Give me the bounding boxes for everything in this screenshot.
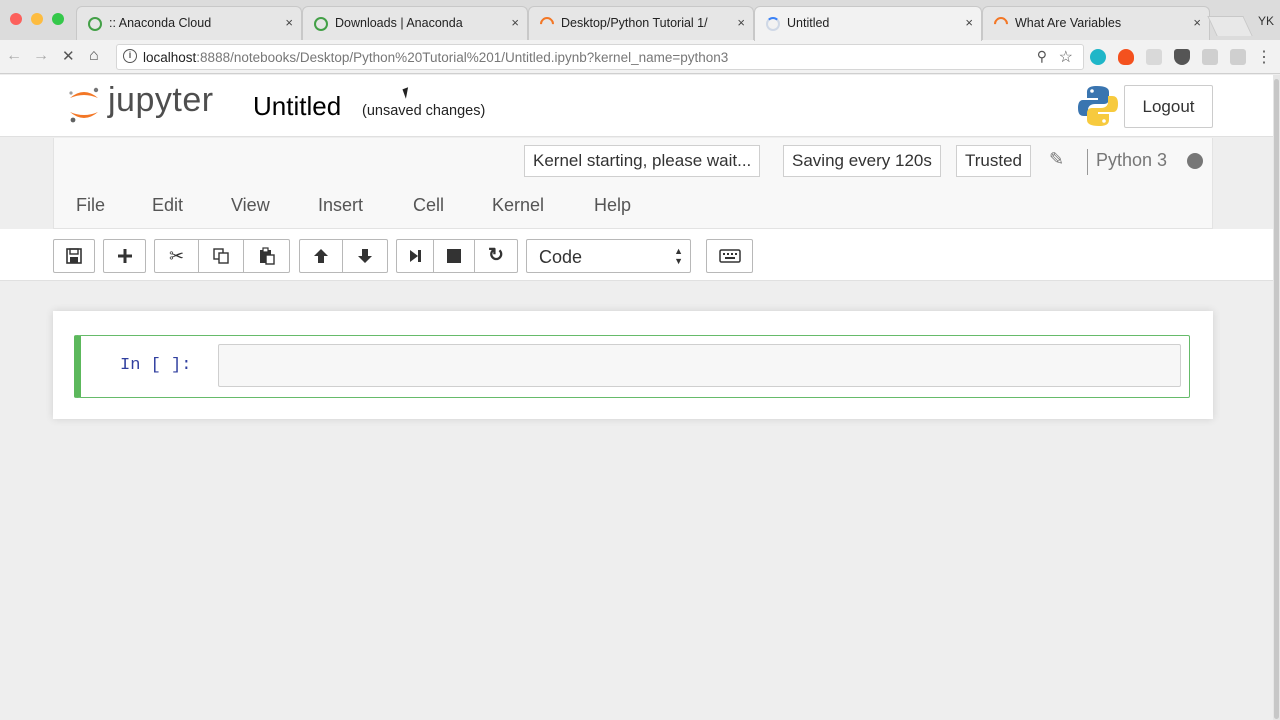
tab-close-icon[interactable]: ×: [737, 15, 745, 30]
browser-tab-what-are-variables[interactable]: What Are Variables ×: [982, 6, 1210, 40]
kernel-busy-indicator-icon: [1187, 153, 1203, 169]
jupyter-logo-icon[interactable]: [66, 84, 102, 124]
plus-icon: [117, 248, 132, 263]
window-close-button[interactable]: [10, 13, 22, 25]
cell-type-value: Code: [539, 247, 583, 267]
menu-view[interactable]: View: [231, 195, 270, 216]
tab-close-icon[interactable]: ×: [285, 15, 293, 30]
stop-loading-icon[interactable]: ✕: [62, 47, 75, 65]
move-cell-down-button[interactable]: [343, 239, 388, 273]
cut-cell-button[interactable]: ✂: [154, 239, 199, 273]
menu-insert[interactable]: Insert: [318, 195, 363, 216]
cell-input-editor[interactable]: [218, 344, 1181, 387]
divider: [1087, 149, 1088, 175]
stop-icon: [447, 248, 461, 263]
interrupt-kernel-button[interactable]: [434, 239, 475, 273]
jupyter-wordmark[interactable]: jupyter: [108, 81, 214, 120]
logout-button[interactable]: Logout: [1124, 85, 1213, 128]
scrollbar-thumb[interactable]: [1274, 79, 1279, 719]
edit-mode-pencil-icon: ✎: [1049, 149, 1065, 169]
trusted-indicator[interactable]: Trusted: [956, 145, 1032, 177]
kernel-name: Python 3: [1096, 150, 1168, 170]
keyboard-icon: [718, 249, 741, 263]
back-arrow-icon[interactable]: ←: [6, 47, 22, 65]
anaconda-icon: [314, 17, 328, 31]
copy-icon: [213, 248, 229, 264]
refresh-icon: ↻: [488, 245, 504, 266]
save-status: (unsaved changes): [362, 103, 486, 119]
tab-title: :: Anaconda Cloud: [109, 16, 212, 30]
url-text: localhost:8888/notebooks/Desktop/Python%…: [143, 50, 728, 65]
menubar-panel: Kernel starting, please wait... Saving e…: [53, 138, 1213, 229]
pocket-icon[interactable]: [1174, 49, 1190, 65]
save-icon: [66, 247, 82, 264]
address-bar: ← → ✕ ⌂ i localhost:8888/notebooks/Deskt…: [0, 40, 1280, 74]
kernel-status-indicator: Kernel starting, please wait...: [524, 145, 761, 177]
tab-close-icon[interactable]: ×: [965, 15, 973, 30]
extension-m-icon[interactable]: [1090, 49, 1106, 65]
menu-kernel[interactable]: Kernel: [492, 195, 544, 216]
tab-title: Untitled: [787, 16, 830, 30]
url-path: :8888/notebooks/Desktop/Python%20Tutoria…: [196, 50, 729, 65]
move-cell-up-button[interactable]: [299, 239, 343, 273]
tab-title: What Are Variables: [1015, 16, 1122, 30]
browser-tab-strip: :: Anaconda Cloud × Downloads | Anaconda…: [0, 0, 1280, 41]
select-arrows-icon: ▲ ▼: [674, 246, 683, 266]
browser-tab-anaconda-cloud[interactable]: :: Anaconda Cloud ×: [76, 6, 302, 40]
input-prompt: In [ ]:: [120, 356, 192, 375]
anaconda-icon: [88, 17, 102, 31]
save-button[interactable]: [53, 239, 95, 273]
url-field[interactable]: i localhost:8888/notebooks/Desktop/Pytho…: [116, 44, 1084, 70]
browser-menu-icon[interactable]: ⋮: [1256, 47, 1272, 67]
tab-close-icon[interactable]: ×: [1193, 15, 1201, 30]
python-logo-icon: [1078, 86, 1118, 126]
zoom-icon[interactable]: ⚲: [1037, 48, 1047, 65]
loading-spinner-icon: [766, 17, 780, 31]
menu-help[interactable]: Help: [594, 195, 631, 216]
jupyter-icon: [537, 14, 557, 34]
arrow-down-icon: [358, 248, 372, 263]
forward-arrow-icon[interactable]: →: [33, 47, 49, 65]
menu-edit[interactable]: Edit: [152, 195, 183, 216]
restart-kernel-button[interactable]: ↻: [475, 239, 518, 273]
menu-file[interactable]: File: [76, 195, 105, 216]
run-cell-button[interactable]: [396, 239, 434, 273]
tab-close-icon[interactable]: ×: [511, 15, 519, 30]
copy-cell-button[interactable]: [199, 239, 244, 273]
tab-title: Desktop/Python Tutorial 1/: [561, 16, 708, 30]
autosave-indicator: Saving every 120s: [783, 145, 941, 177]
command-palette-button[interactable]: [706, 239, 753, 273]
browser-tab-downloads[interactable]: Downloads | Anaconda ×: [302, 6, 528, 40]
browser-tab-untitled[interactable]: Untitled ×: [754, 6, 982, 41]
profile-badge[interactable]: YK: [1258, 14, 1274, 28]
paste-cell-button[interactable]: [244, 239, 290, 273]
menu-cell[interactable]: Cell: [413, 195, 444, 216]
jupyter-header: jupyter Untitled (unsaved changes) Logou…: [0, 75, 1273, 137]
jupyter-icon: [991, 14, 1011, 34]
page-scrollbar[interactable]: [1273, 75, 1280, 720]
browser-tab-python-tutorial[interactable]: Desktop/Python Tutorial 1/ ×: [528, 6, 754, 40]
paste-icon: [259, 247, 275, 265]
new-tab-button[interactable]: [1207, 16, 1253, 36]
window-minimize-button[interactable]: [31, 13, 43, 25]
step-forward-icon: [410, 249, 421, 262]
extension-fire-icon[interactable]: [1118, 49, 1134, 65]
extension-play-icon[interactable]: [1202, 49, 1218, 65]
tab-title: Downloads | Anaconda: [335, 16, 463, 30]
notebook-title[interactable]: Untitled: [253, 91, 341, 122]
extension-page-icon[interactable]: [1146, 49, 1162, 65]
url-host: localhost: [143, 50, 197, 65]
facebook-icon[interactable]: [1230, 49, 1246, 65]
home-icon[interactable]: ⌂: [89, 47, 99, 65]
insert-cell-button[interactable]: [103, 239, 146, 273]
cell-type-select[interactable]: Code ▲ ▼: [526, 239, 691, 273]
site-info-icon[interactable]: i: [123, 49, 137, 63]
scissors-icon: ✂: [168, 246, 185, 266]
window-zoom-button[interactable]: [52, 13, 64, 25]
arrow-up-icon: [314, 248, 328, 263]
bookmark-star-icon[interactable]: ☆: [1059, 47, 1073, 67]
